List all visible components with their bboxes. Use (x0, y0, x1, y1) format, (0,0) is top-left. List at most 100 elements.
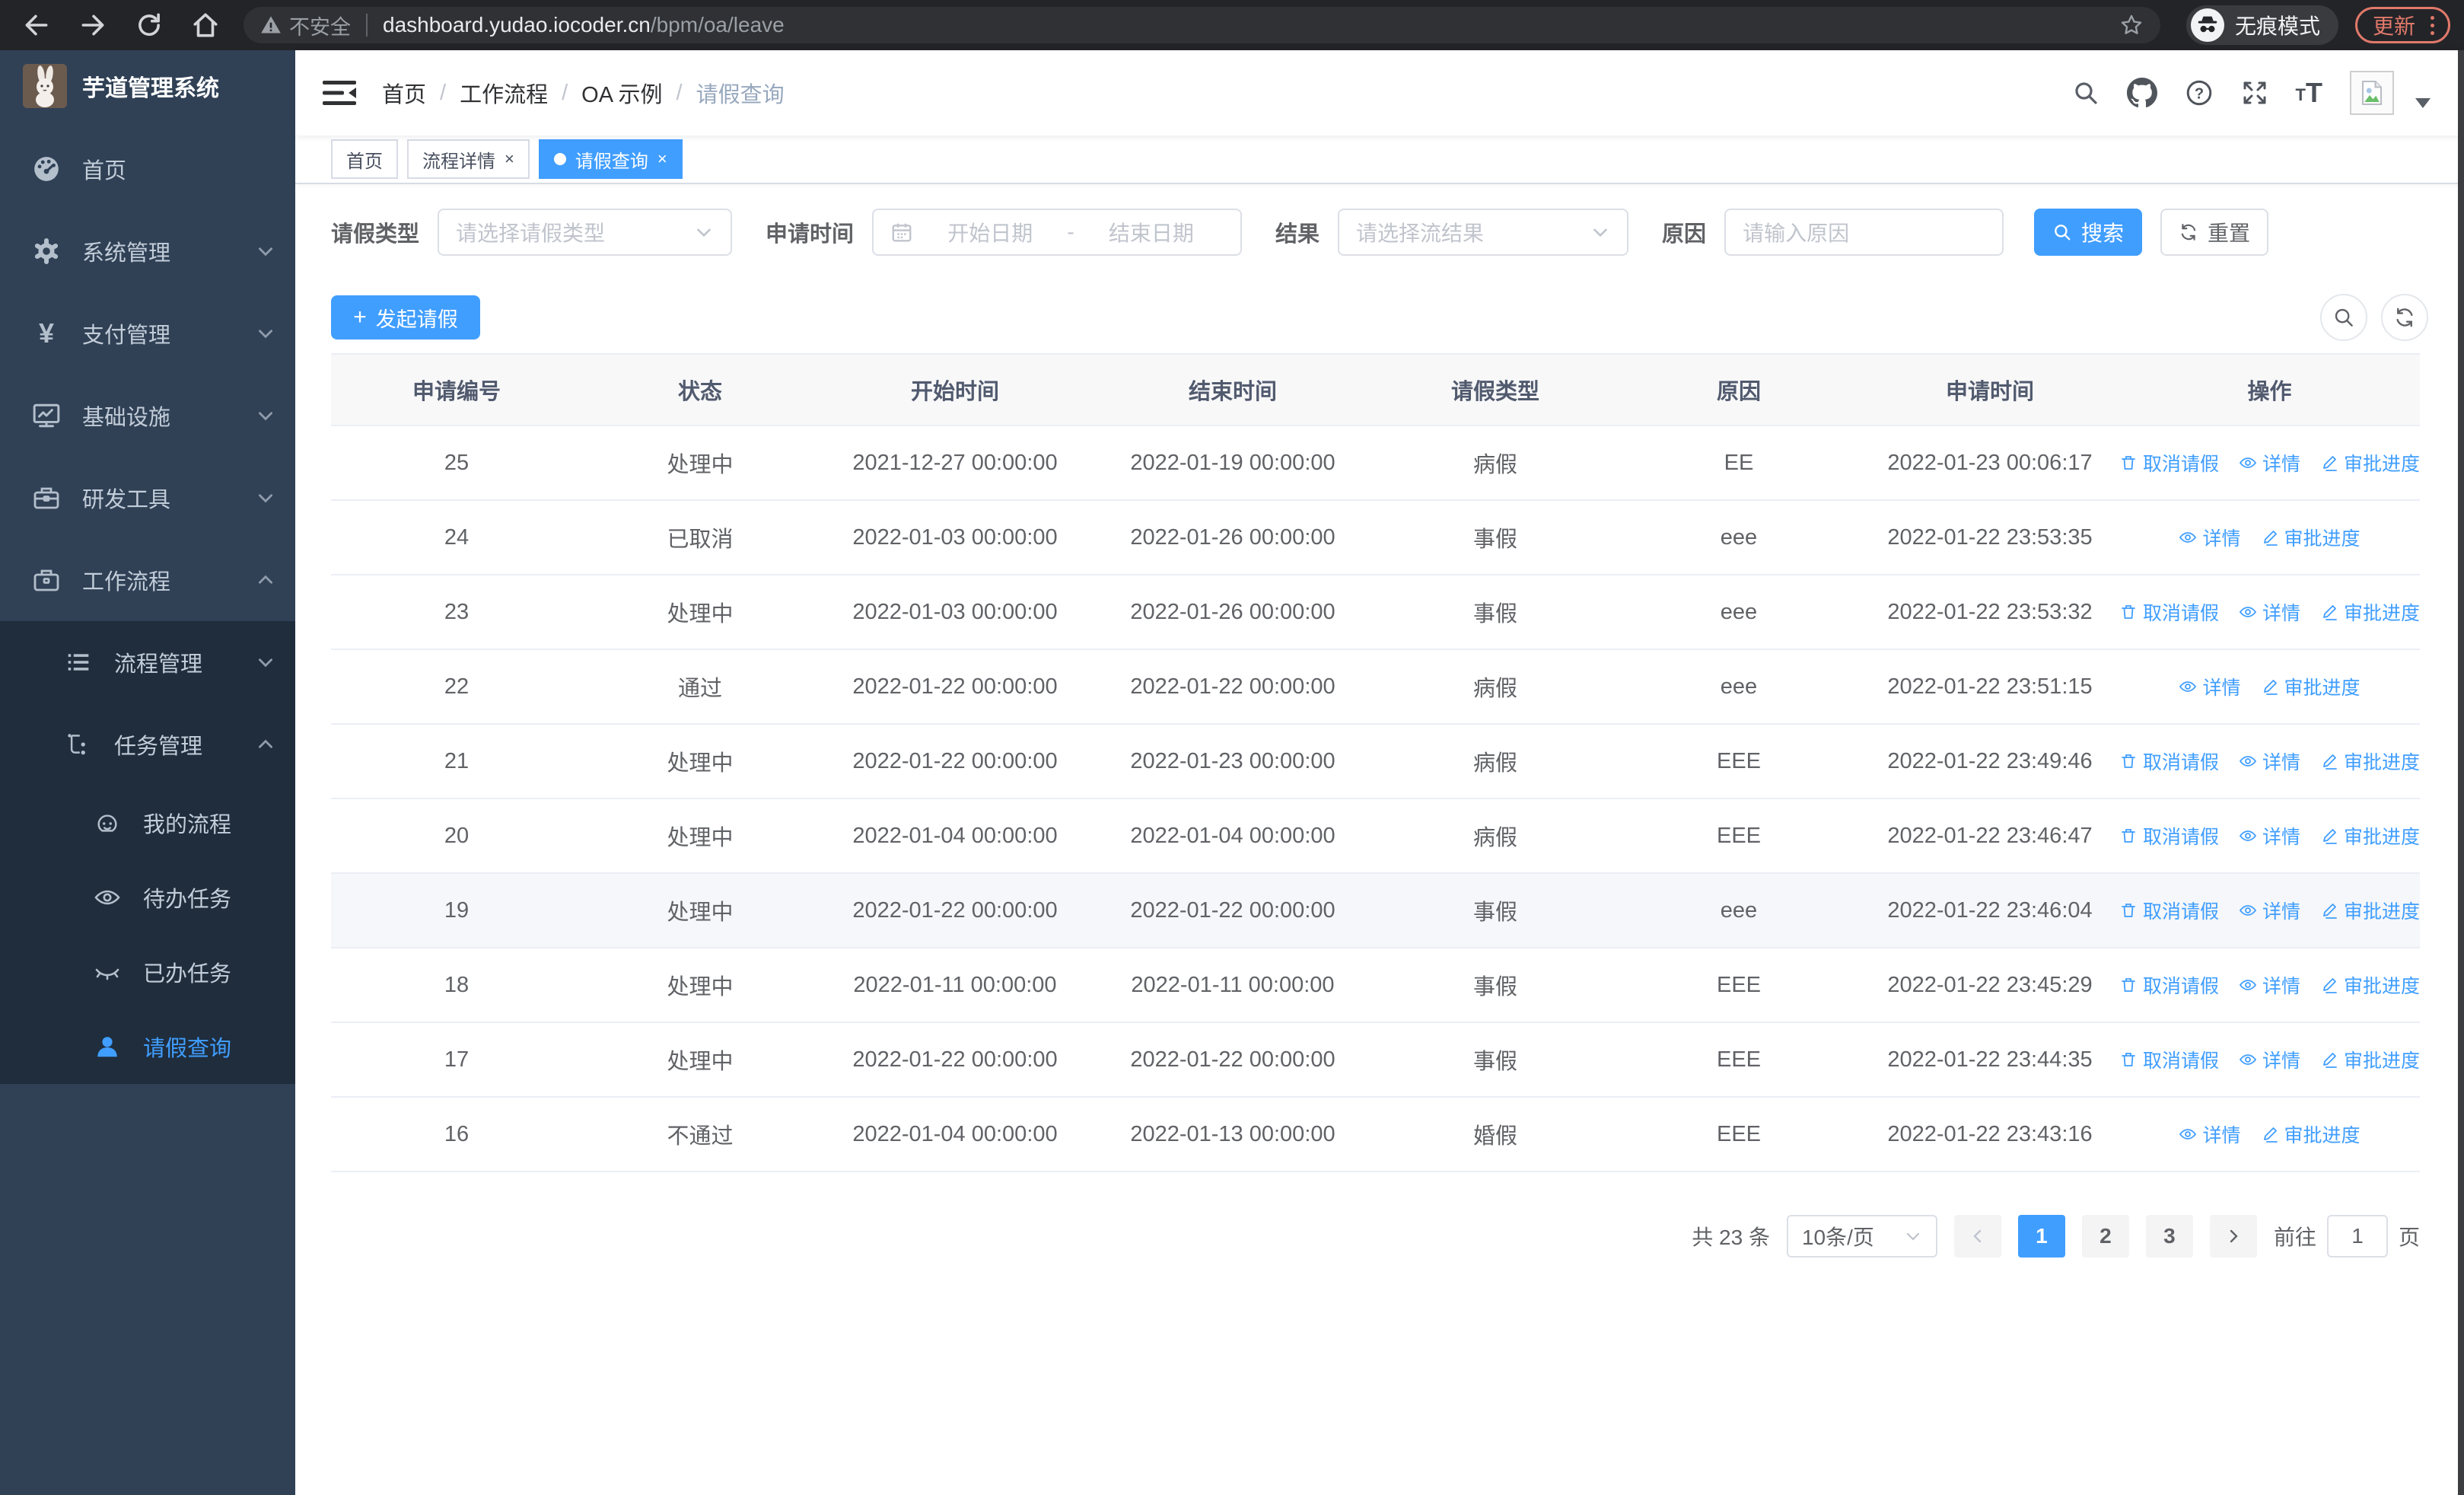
detail-link[interactable]: 详情 (2179, 673, 2241, 700)
reason-input[interactable]: 请输入原因 (1724, 209, 2004, 256)
cell-status: 通过 (677, 677, 722, 701)
sidebar-item-done-tasks[interactable]: 已办任务 (0, 935, 295, 1009)
progress-link[interactable]: 审批进度 (2320, 897, 2420, 924)
breadcrumb-separator: / (440, 80, 447, 105)
result-select[interactable]: 请选择流结果 (1338, 209, 1629, 256)
home-icon[interactable] (190, 10, 221, 40)
address-bar[interactable]: 不安全 dashboard.yudao.iocoder.cn/bpm/oa/le… (244, 7, 2160, 43)
chevron-down-icon (1593, 228, 1607, 237)
prev-page-button[interactable] (1953, 1215, 2001, 1258)
progress-link[interactable]: 审批进度 (2261, 673, 2361, 700)
date-start-placeholder[interactable]: 开始日期 (918, 217, 1062, 247)
progress-link[interactable]: 审批进度 (2320, 598, 2420, 626)
sidebar-item-workflow[interactable]: 工作流程 (0, 539, 295, 621)
progress-link[interactable]: 审批进度 (2320, 748, 2420, 775)
breadcrumb-separator: / (676, 80, 683, 105)
progress-link[interactable]: 审批进度 (2261, 1120, 2361, 1148)
sidebar-item-system[interactable]: 系统管理 (0, 210, 295, 292)
tab-leave-query[interactable]: 请假查询 × (538, 139, 683, 179)
next-page-button[interactable] (2209, 1215, 2257, 1258)
close-icon[interactable]: × (505, 151, 514, 167)
table-row: 16 不通过 2022-01-04 00:00:00 2022-01-13 00… (331, 1098, 2420, 1172)
progress-link[interactable]: 审批进度 (2261, 524, 2361, 551)
browser-scrollbar[interactable] (2458, 50, 2464, 1495)
sidebar-collapse-icon[interactable] (323, 78, 356, 108)
sidebar-item-payment[interactable]: ¥ 支付管理 (0, 292, 295, 375)
workflow-submenu: 流程管理 任务管理 我的流程 待办任务 已办任务 请假查询 (0, 621, 295, 1084)
detail-link[interactable]: 详情 (2179, 524, 2241, 551)
detail-link[interactable]: 详情 (2239, 449, 2300, 477)
detail-link[interactable]: 详情 (2239, 897, 2300, 924)
help-icon[interactable]: ? (2185, 78, 2214, 107)
progress-link[interactable]: 审批进度 (2320, 449, 2420, 477)
cancel-leave-link[interactable]: 取消请假 (2119, 1046, 2219, 1073)
cell-start-time: 2022-01-22 00:00:00 (852, 674, 1058, 699)
cell-status: 处理中 (667, 826, 734, 850)
sidebar-item-infra[interactable]: 基础设施 (0, 375, 295, 457)
sidebar-item-devtools[interactable]: 研发工具 (0, 457, 295, 539)
detail-link[interactable]: 详情 (2179, 1120, 2241, 1148)
sidebar-item-home[interactable]: 首页 (0, 128, 295, 210)
close-icon[interactable]: × (657, 151, 667, 167)
cancel-leave-link[interactable]: 取消请假 (2119, 822, 2219, 850)
cancel-leave-link[interactable]: 取消请假 (2119, 598, 2219, 626)
sidebar-item-todo-tasks[interactable]: 待办任务 (0, 860, 295, 935)
search-icon (2055, 225, 2071, 241)
create-leave-button[interactable]: + 发起请假 (331, 295, 480, 339)
detail-link[interactable]: 详情 (2239, 1046, 2300, 1073)
back-icon[interactable] (21, 10, 52, 40)
date-end-placeholder[interactable]: 结束日期 (1079, 217, 1224, 247)
browser-update-button[interactable]: 更新 (2354, 7, 2450, 43)
goto-page-input[interactable] (2326, 1215, 2388, 1258)
detail-link[interactable]: 详情 (2239, 598, 2300, 626)
search-button[interactable]: 搜索 (2034, 209, 2143, 256)
browser-menu-icon[interactable] (2427, 13, 2437, 38)
page-button-1[interactable]: 1 (2017, 1215, 2065, 1258)
leave-type-select[interactable]: 请选择请假类型 (438, 209, 733, 256)
fullscreen-icon[interactable] (2241, 79, 2268, 107)
refresh-table-icon[interactable] (2381, 294, 2428, 341)
sidebar-item-process-mgmt[interactable]: 流程管理 (0, 621, 295, 703)
cell-reason: eee (1720, 524, 1758, 550)
detail-link[interactable]: 详情 (2239, 822, 2300, 850)
avatar-dropdown-icon[interactable] (2415, 97, 2431, 108)
detail-link[interactable]: 详情 (2239, 748, 2300, 775)
security-warning-icon[interactable] (260, 14, 282, 36)
hide-search-icon[interactable] (2320, 294, 2367, 341)
detail-link[interactable]: 详情 (2239, 971, 2300, 999)
tab-process-detail[interactable]: 流程详情 × (407, 139, 530, 179)
breadcrumb-item[interactable]: OA 示例 (581, 77, 662, 109)
font-size-icon[interactable]: TT (2296, 79, 2322, 107)
bookmark-star-icon[interactable] (2119, 13, 2144, 37)
progress-link[interactable]: 审批进度 (2320, 822, 2420, 850)
search-icon[interactable] (2072, 79, 2099, 107)
github-icon[interactable] (2126, 78, 2157, 108)
sidebar-item-my-process[interactable]: 我的流程 (0, 786, 295, 860)
sidebar-item-leave-query[interactable]: 请假查询 (0, 1009, 295, 1084)
page-button-2[interactable]: 2 (2081, 1215, 2129, 1258)
column-header: 请假类型 (1450, 380, 1539, 404)
user-avatar[interactable] (2350, 71, 2394, 115)
cancel-leave-link[interactable]: 取消请假 (2119, 748, 2219, 775)
breadcrumb-item[interactable]: 首页 (382, 77, 426, 109)
forward-icon[interactable] (78, 10, 108, 40)
cell-actions: 取消请假 详情 审批进度 (2119, 971, 2420, 999)
breadcrumb-item[interactable]: 工作流程 (460, 77, 548, 109)
chevron-down-icon (256, 652, 275, 672)
page-size-select[interactable]: 10条/页 (1786, 1215, 1937, 1258)
cancel-leave-link[interactable]: 取消请假 (2119, 897, 2219, 924)
eye-icon (2179, 681, 2197, 692)
cancel-leave-link[interactable]: 取消请假 (2119, 971, 2219, 999)
sidebar-item-task-mgmt[interactable]: 任务管理 (0, 703, 295, 786)
cell-reason: EE (1724, 450, 1754, 475)
app-logo-row[interactable]: 芋道管理系统 (0, 50, 295, 122)
apply-time-label: 申请时间 (766, 222, 855, 247)
page-button-3[interactable]: 3 (2145, 1215, 2193, 1258)
apply-time-range-picker[interactable]: 开始日期 - 结束日期 (872, 209, 1243, 256)
cancel-leave-link[interactable]: 取消请假 (2119, 449, 2219, 477)
progress-link[interactable]: 审批进度 (2320, 971, 2420, 999)
reset-button[interactable]: 重置 (2160, 209, 2269, 256)
progress-link[interactable]: 审批进度 (2320, 1046, 2420, 1073)
tab-home[interactable]: 首页 (331, 139, 398, 179)
reload-icon[interactable] (134, 10, 164, 40)
